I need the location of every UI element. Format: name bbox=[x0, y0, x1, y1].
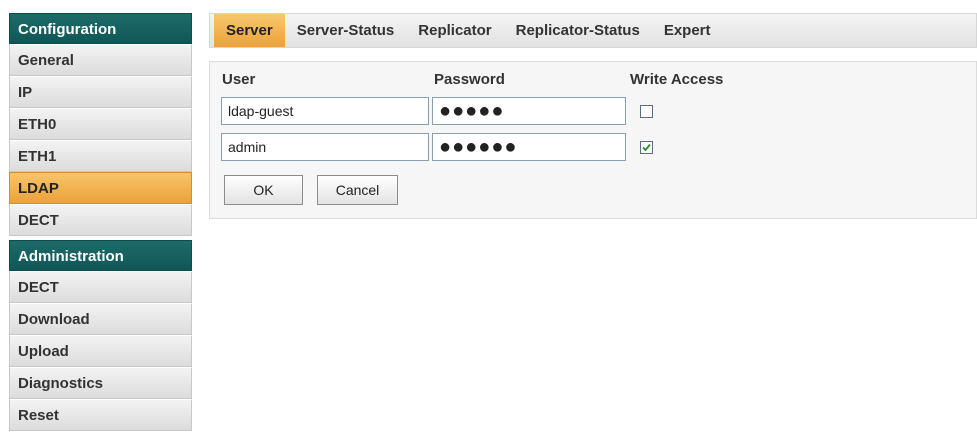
sidebar-item-ldap[interactable]: LDAP bbox=[9, 172, 192, 204]
sidebar-item-eth1[interactable]: ETH1 bbox=[9, 140, 192, 172]
tab-expert[interactable]: Expert bbox=[652, 14, 723, 47]
password-field-row1[interactable] bbox=[432, 97, 626, 125]
sidebar-item-dect-admin[interactable]: DECT bbox=[9, 271, 192, 303]
sidebar-header-configuration: Configuration bbox=[9, 13, 192, 44]
sidebar-group-administration: Administration DECT Download Upload Diag… bbox=[9, 240, 192, 431]
write-access-column-header: Write Access bbox=[630, 71, 724, 88]
sidebar-item-diagnostics[interactable]: Diagnostics bbox=[9, 367, 192, 399]
sidebar: Configuration General IP ETH0 ETH1 LDAP … bbox=[9, 13, 192, 432]
sidebar-group-configuration: Configuration General IP ETH0 ETH1 LDAP … bbox=[9, 13, 192, 236]
app-window: Configuration General IP ETH0 ETH1 LDAP … bbox=[0, 0, 977, 432]
password-field-row2[interactable] bbox=[432, 133, 626, 161]
tab-bar: Server Server-Status Replicator Replicat… bbox=[209, 13, 977, 48]
tab-server[interactable]: Server bbox=[214, 14, 285, 47]
sidebar-item-ip[interactable]: IP bbox=[9, 76, 192, 108]
user-field-row2[interactable] bbox=[221, 133, 429, 161]
ldap-server-panel: User Password Write Access OK Cancel bbox=[209, 61, 977, 219]
password-column-header: Password bbox=[434, 71, 505, 88]
tab-server-status[interactable]: Server-Status bbox=[285, 14, 407, 47]
user-column-header: User bbox=[222, 71, 256, 88]
sidebar-item-dect-config[interactable]: DECT bbox=[9, 204, 192, 236]
sidebar-item-reset[interactable]: Reset bbox=[9, 399, 192, 431]
main-content: Server Server-Status Replicator Replicat… bbox=[209, 13, 977, 219]
write-access-checkbox-row1[interactable] bbox=[640, 105, 653, 118]
user-field-row1[interactable] bbox=[221, 97, 429, 125]
sidebar-item-download[interactable]: Download bbox=[9, 303, 192, 335]
ok-button[interactable]: OK bbox=[224, 175, 303, 205]
sidebar-header-administration: Administration bbox=[9, 240, 192, 271]
sidebar-item-general[interactable]: General bbox=[9, 44, 192, 76]
cancel-button[interactable]: Cancel bbox=[317, 175, 398, 205]
sidebar-item-eth0[interactable]: ETH0 bbox=[9, 108, 192, 140]
sidebar-item-upload[interactable]: Upload bbox=[9, 335, 192, 367]
checkmark-icon bbox=[642, 143, 651, 152]
write-access-checkbox-row2[interactable] bbox=[640, 141, 653, 154]
tab-replicator[interactable]: Replicator bbox=[406, 14, 503, 47]
tab-replicator-status[interactable]: Replicator-Status bbox=[504, 14, 652, 47]
